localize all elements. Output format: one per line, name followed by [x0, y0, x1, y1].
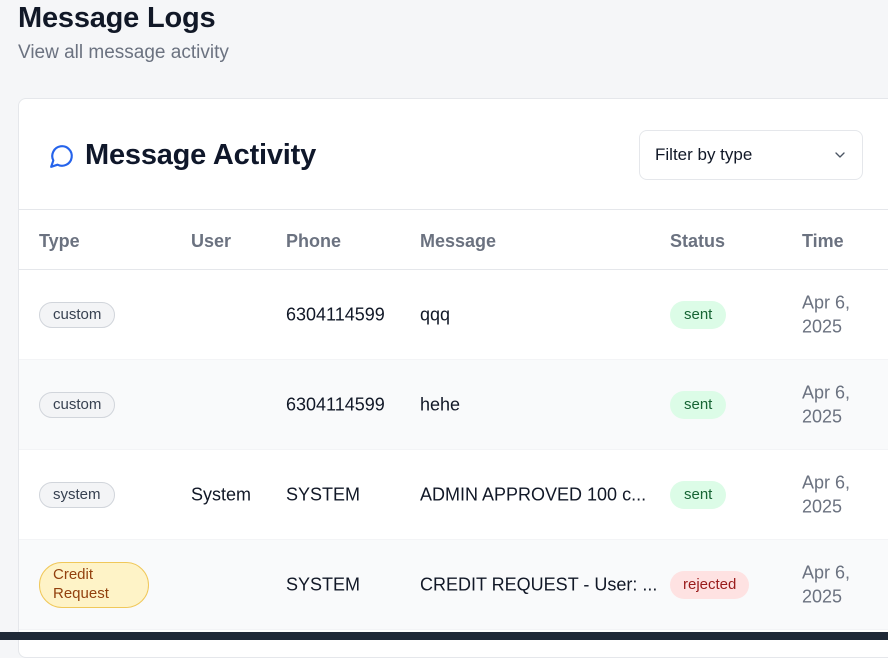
status-badge: sent: [670, 480, 727, 509]
page-subtitle: View all message activity: [18, 42, 229, 63]
type-badge: Credit Request: [39, 561, 149, 608]
message-cell: hehe: [420, 394, 461, 414]
column-header-user: User: [191, 231, 232, 251]
table-row[interactable]: Credit Request SYSTEM CREDIT REQUEST - U…: [19, 540, 888, 630]
column-header-phone: Phone: [286, 231, 342, 251]
phone-cell: 6304114599: [286, 394, 385, 414]
table-header-row: Type User Phone Message Status Time: [19, 210, 888, 270]
type-badge: custom: [39, 301, 116, 328]
type-cell: custom: [39, 301, 116, 328]
time-cell: Apr 6, 2025: [802, 292, 851, 337]
page-title: Message Logs: [18, 2, 216, 34]
status-badge: sent: [670, 390, 727, 419]
table-row[interactable]: system System SYSTEM ADMIN APPROVED 100 …: [19, 450, 888, 540]
status-cell: rejected: [670, 570, 750, 599]
time-cell: Apr 6, 2025: [802, 472, 851, 517]
time-cell: Apr 6, 2025: [802, 562, 851, 607]
type-badge: custom: [39, 391, 116, 418]
message-cell: qqq: [420, 304, 451, 324]
card-header: Message Activity Filter by type: [19, 99, 888, 210]
column-header-type: Type: [39, 231, 80, 251]
column-header-time: Time: [802, 231, 844, 251]
message-cell: ADMIN APPROVED 100 c...: [420, 484, 647, 504]
bottom-bar: [0, 632, 888, 640]
type-badge: system: [39, 481, 115, 508]
card-title: Message Activity: [85, 139, 317, 171]
table-row[interactable]: custom 6304114599 qqq sent Apr 6, 2025: [19, 270, 888, 360]
type-cell: custom: [39, 391, 116, 418]
status-cell: sent: [670, 300, 727, 329]
messages-table: Type User Phone Message Status Time cust…: [19, 210, 888, 630]
message-circle-icon: [49, 143, 75, 169]
message-cell: CREDIT REQUEST - User: ...: [420, 574, 658, 594]
card-title-wrap: Message Activity: [49, 139, 316, 172]
type-cell: Credit Request: [39, 561, 149, 608]
time-cell: Apr 6, 2025: [802, 382, 851, 427]
type-cell: system: [39, 481, 115, 508]
table-body: custom 6304114599 qqq sent Apr 6, 2025 c…: [19, 270, 888, 630]
chevron-down-icon: [832, 147, 848, 163]
filter-by-type-select[interactable]: Filter by type: [639, 130, 863, 180]
phone-cell: SYSTEM: [286, 574, 361, 594]
page-header: Message Logs View all message activity: [18, 0, 229, 64]
status-cell: sent: [670, 480, 727, 509]
column-header-status: Status: [670, 231, 726, 251]
table-row[interactable]: custom 6304114599 hehe sent Apr 6, 2025: [19, 360, 888, 450]
filter-label: Filter by type: [655, 145, 753, 164]
user-cell: System: [191, 484, 252, 504]
status-badge: rejected: [670, 570, 750, 599]
column-header-message: Message: [420, 231, 497, 251]
phone-cell: SYSTEM: [286, 484, 361, 504]
phone-cell: 6304114599: [286, 304, 385, 324]
message-activity-card: Message Activity Filter by type Type Use…: [18, 98, 888, 658]
status-cell: sent: [670, 390, 727, 419]
status-badge: sent: [670, 300, 727, 329]
